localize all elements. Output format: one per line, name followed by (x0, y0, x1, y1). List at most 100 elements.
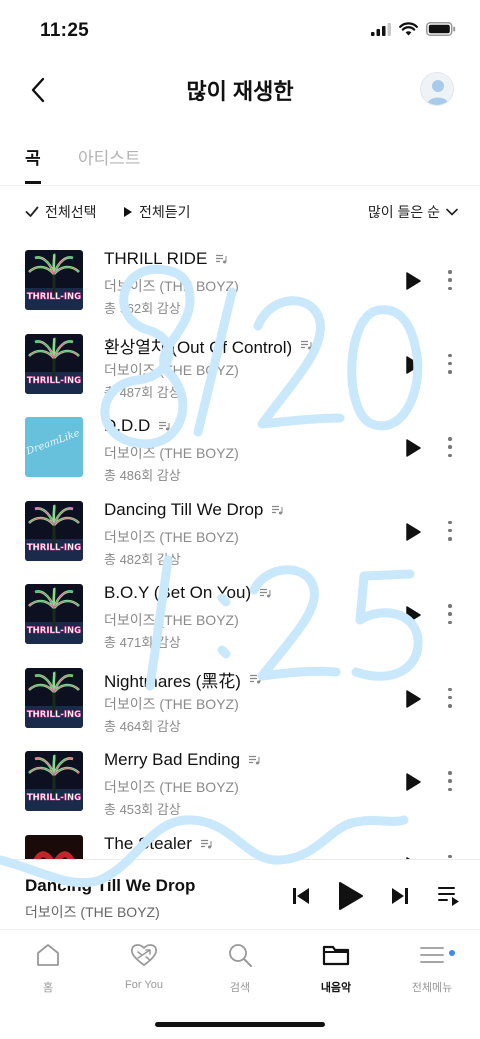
more-options-button[interactable] (442, 769, 458, 793)
album-cover[interactable]: THRILL-ING (25, 500, 83, 561)
more-options-button[interactable] (442, 268, 458, 292)
album-cover[interactable]: DreamLike (25, 417, 83, 477)
nav-menu[interactable]: 전체메뉴 (384, 942, 480, 995)
song-title-wrap: D.D.D (104, 416, 170, 436)
play-pause-icon[interactable] (336, 881, 364, 911)
mini-player[interactable]: Dancing Till We Drop 더보이즈 (THE BOYZ) (0, 859, 480, 929)
dot (448, 687, 452, 691)
select-all-button[interactable]: 전체선택 (25, 202, 97, 222)
dot (448, 854, 452, 858)
song-list: THRILL-ING THRILL RIDE 더보이즈 (THE BOYZ) 총… (0, 238, 480, 906)
more-options-button[interactable] (442, 602, 458, 626)
song-row[interactable]: THRILL-ING B.O.Y (Bet On You) 더보이즈 (THE … (0, 572, 480, 656)
song-title: THRILL RIDE (104, 249, 208, 268)
song-row[interactable]: THRILL-ING 환상열차 (Out Of Control) 더보이즈 (T… (0, 322, 480, 406)
thrill-ing-cover-art: THRILL-ING (25, 751, 83, 811)
dot (448, 361, 452, 366)
nav-my-music[interactable]: 내음악 (288, 942, 384, 995)
song-title-wrap: THRILL RIDE (104, 249, 227, 269)
status-icons (371, 22, 456, 36)
play-all-label: 전체듣기 (139, 204, 191, 220)
song-play-count: 총 482회 감상 (104, 551, 181, 567)
song-play-count: 총 486회 감상 (104, 468, 181, 483)
sort-dropdown[interactable]: 많이 들은 순 (368, 202, 458, 222)
album-cover[interactable]: THRILL-ING (25, 751, 83, 811)
list-toolbar: 전체선택 전체듣기 많이 들은 순 (0, 198, 480, 226)
song-title-wrap: B.O.Y (Bet On You) (104, 583, 271, 603)
dot (448, 704, 452, 708)
dot (448, 604, 452, 608)
lyrics-icon (249, 674, 261, 684)
play-button[interactable] (402, 688, 424, 710)
play-button[interactable] (402, 771, 424, 793)
nav-home[interactable]: 홈 (0, 942, 96, 995)
song-row[interactable]: DreamLike D.D.D 더보이즈 (THE BOYZ) 총 486회 감… (0, 405, 480, 489)
avatar[interactable] (420, 72, 454, 106)
dot (448, 695, 452, 700)
status-bar: 11:25 (0, 0, 480, 62)
album-cover[interactable]: THRILL-ING (25, 584, 83, 644)
play-all-button[interactable]: 전체듣기 (123, 202, 191, 222)
nav-for-you-label: For You (125, 979, 163, 991)
more-options-button[interactable] (442, 686, 458, 710)
thrill-ing-cover-art: THRILL-ING (25, 500, 83, 561)
song-row[interactable]: THRILL-ING Merry Bad Ending 더보이즈 (THE BO… (0, 739, 480, 823)
dot (448, 520, 452, 524)
song-title-wrap: Merry Bad Ending (104, 750, 260, 770)
dot (448, 286, 452, 290)
song-artist: 더보이즈 (THE BOYZ) (104, 361, 239, 378)
more-options-button[interactable] (442, 435, 458, 459)
dot (448, 528, 452, 533)
dot (448, 620, 452, 624)
dot (448, 453, 452, 457)
song-play-count: 총 453회 감상 (104, 802, 181, 817)
more-options-button[interactable] (442, 352, 458, 376)
menu-icon (420, 947, 444, 963)
home-icon (37, 944, 59, 966)
dreamlike-cover-art: DreamLike (25, 417, 83, 477)
dot (448, 537, 452, 541)
tab-artists[interactable]: 아티스트 (78, 144, 141, 169)
play-button[interactable] (402, 437, 424, 459)
song-artist: 더보이즈 (THE BOYZ) (104, 528, 239, 545)
song-play-count: 총 962회 감상 (104, 301, 181, 316)
lyrics-icon (272, 505, 283, 514)
thrill-ing-cover-art: THRILL-ING (25, 584, 83, 644)
search-icon (229, 944, 252, 967)
nav-for-you[interactable]: For You (96, 942, 192, 991)
play-button[interactable] (402, 604, 424, 626)
tab-songs[interactable]: 곡 (25, 144, 41, 169)
song-row[interactable]: THRILL-ING Nightmares (黑花) 더보이즈 (THE BOY… (0, 656, 480, 740)
song-artist: 더보이즈 (THE BOYZ) (104, 779, 239, 795)
svg-text:THRILL-ING: THRILL-ING (27, 376, 81, 386)
nav-search[interactable]: 검색 (192, 942, 288, 995)
song-title-wrap: Dancing Till We Drop (104, 500, 283, 520)
play-button[interactable] (402, 354, 424, 376)
playlist-icon[interactable] (437, 885, 461, 907)
album-cover[interactable]: THRILL-ING (25, 250, 83, 310)
song-title: Merry Bad Ending (104, 750, 241, 769)
dot (448, 787, 452, 791)
sort-label: 많이 들은 순 (367, 204, 440, 220)
song-title: B.O.Y (Bet On You) (104, 583, 252, 602)
song-artist: 더보이즈 (THE BOYZ) (104, 612, 239, 628)
previous-track-icon[interactable] (291, 886, 311, 906)
svg-text:THRILL-ING: THRILL-ING (27, 543, 81, 553)
nav-home-label: 홈 (42, 982, 54, 994)
play-button[interactable] (402, 270, 424, 292)
svg-text:THRILL-ING: THRILL-ING (27, 710, 81, 720)
dot (448, 445, 452, 449)
song-title-wrap: Nightmares (黑花) (104, 667, 261, 692)
next-track-icon[interactable] (390, 886, 410, 906)
song-row[interactable]: THRILL-ING Dancing Till We Drop 더보이즈 (TH… (0, 489, 480, 573)
song-row[interactable]: THRILL-ING THRILL RIDE 더보이즈 (THE BOYZ) 총… (0, 238, 480, 322)
dot (448, 353, 452, 357)
play-button[interactable] (402, 521, 424, 543)
song-title: D.D.D (104, 416, 151, 435)
more-options-button[interactable] (442, 519, 458, 543)
dot (448, 779, 452, 783)
album-cover[interactable]: THRILL-ING (25, 667, 83, 728)
page-title: 많이 재생한 (186, 79, 294, 104)
album-cover[interactable]: THRILL-ING (25, 333, 83, 394)
song-play-count: 총 464회 감상 (104, 718, 181, 734)
